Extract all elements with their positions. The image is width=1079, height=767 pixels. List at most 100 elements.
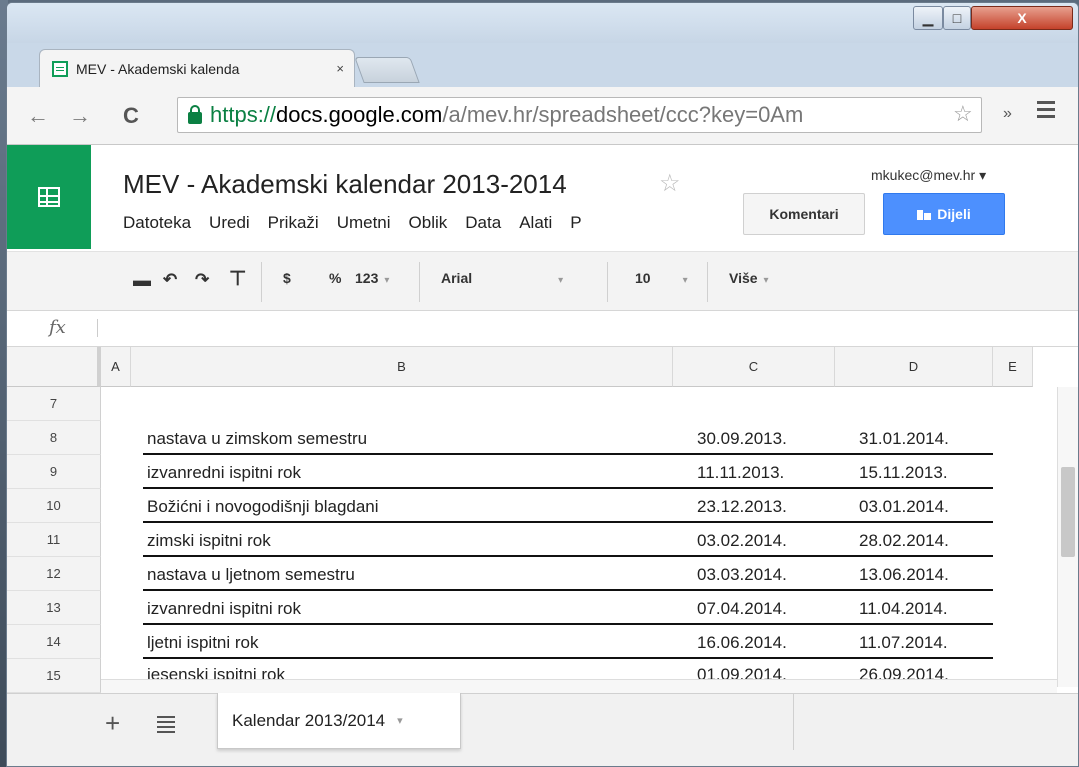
menu-alati[interactable]: Alati (519, 213, 552, 233)
sheets-logo-icon (38, 187, 60, 207)
menu-bar: Datoteka Uredi Prikaži Umetni Oblik Data… (123, 213, 743, 233)
sheets-favicon-icon (52, 60, 68, 77)
cell-start-date[interactable]: 07.04.2014. (697, 599, 787, 619)
row-header[interactable]: 8 (7, 421, 101, 455)
sheet-list-icon[interactable] (157, 716, 175, 736)
sheet-tab-kalendar[interactable]: Kalendar 2013/2014 ▾ (217, 693, 461, 749)
star-document-icon[interactable]: ☆ (659, 169, 681, 198)
row-header[interactable]: 10 (7, 489, 101, 523)
cell-activity[interactable]: nastava u zimskom semestru (147, 429, 367, 449)
formula-bar[interactable]: fx (7, 311, 1078, 347)
sheets-home-button[interactable] (7, 145, 91, 249)
currency-format-button[interactable]: $ (283, 270, 291, 286)
cell-end-date[interactable]: 31.01.2014. (859, 429, 949, 449)
minimize-button[interactable]: ▁ (913, 6, 943, 30)
browser-tab-active[interactable]: MEV - Akademski kalenda × (39, 49, 355, 87)
undo-icon[interactable]: ↶ (163, 270, 177, 290)
menu-prikazi[interactable]: Prikaži (268, 213, 319, 233)
navigation-bar: ← → C https://docs.google.com/a/mev.hr/s… (7, 87, 1078, 145)
row-header[interactable]: 9 (7, 455, 101, 489)
row-header[interactable]: 7 (7, 387, 101, 421)
sheet-tabs-bar: + Kalendar 2013/2014 ▾ (7, 693, 1078, 766)
maximize-button[interactable]: □ (943, 6, 971, 30)
url-scheme: https:// (210, 102, 277, 127)
user-account-menu[interactable]: mkukec@mev.hr ▾ (871, 167, 986, 184)
cell-activity[interactable]: zimski ispitni rok (147, 531, 271, 551)
menu-oblik[interactable]: Oblik (409, 213, 448, 233)
menu-data[interactable]: Data (465, 213, 501, 233)
sheet-tab-dropdown-icon[interactable]: ▾ (397, 714, 403, 727)
cell-start-date[interactable]: 30.09.2013. (697, 429, 787, 449)
extensions-overflow-icon[interactable]: » (1003, 105, 1012, 123)
cell-end-date[interactable]: 11.07.2014. (859, 633, 948, 653)
row-header[interactable]: 11 (7, 523, 101, 557)
spreadsheet-grid[interactable]: A B C D E 7 8 nastava u zimskom semestru… (7, 347, 1078, 693)
cell-start-date[interactable]: 23.12.2013. (697, 497, 787, 517)
document-title[interactable]: MEV - Akademski kalendar 2013-2014 (123, 169, 567, 200)
select-all-corner[interactable] (7, 347, 101, 387)
menu-datoteka[interactable]: Datoteka (123, 213, 191, 233)
add-sheet-icon[interactable]: + (105, 708, 120, 739)
more-toolbar-dropdown[interactable]: Više ▾ (729, 270, 769, 286)
paint-format-icon[interactable]: ⊤ (229, 266, 246, 291)
url-host: docs.google.com (276, 102, 443, 127)
tab-close-icon[interactable]: × (336, 61, 344, 76)
redo-icon[interactable]: ↷ (195, 270, 209, 290)
tab-title: MEV - Akademski kalenda (76, 60, 240, 77)
forward-arrow-icon[interactable]: → (69, 103, 91, 129)
chrome-menu-icon[interactable] (1037, 101, 1055, 119)
menu-uredi[interactable]: Uredi (209, 213, 250, 233)
row-header[interactable]: 12 (7, 557, 101, 591)
column-header-d[interactable]: D (835, 347, 993, 387)
address-bar[interactable]: https://docs.google.com/a/mev.hr/spreads… (177, 97, 982, 133)
cell-activity[interactable]: ljetni ispitni rok (147, 633, 259, 653)
font-size-dropdown[interactable]: 10 ▾ (635, 270, 688, 286)
share-button[interactable]: Dijeli (883, 193, 1005, 235)
cell-start-date[interactable]: 03.03.2014. (697, 565, 787, 585)
cell-activity[interactable]: Božićni i novogodišnji blagdani (147, 497, 379, 517)
cell-start-date[interactable]: 16.06.2014. (697, 633, 787, 653)
new-tab-button[interactable] (354, 57, 420, 83)
reload-icon[interactable]: C (123, 103, 139, 129)
column-header-a[interactable]: A (101, 347, 131, 387)
comments-button[interactable]: Komentari (743, 193, 865, 235)
column-header-e[interactable]: E (993, 347, 1033, 387)
cell-end-date[interactable]: 15.11.2013. (859, 463, 948, 483)
cell-end-date[interactable]: 28.02.2014. (859, 531, 949, 551)
print-icon[interactable]: ▬ (133, 270, 151, 291)
number-format-dropdown[interactable]: 123 ▾ (355, 270, 389, 286)
vertical-scrollbar[interactable] (1057, 387, 1078, 687)
close-window-button[interactable]: X (971, 6, 1073, 30)
row-header[interactable]: 14 (7, 625, 101, 659)
cell-activity[interactable]: nastava u ljetnom semestru (147, 565, 355, 585)
share-button-label: Dijeli (937, 206, 971, 222)
bookmark-star-icon[interactable]: ☆ (953, 101, 973, 127)
window-titlebar[interactable]: ▁ □ X (7, 3, 1078, 43)
format-toolbar: ▬ ↶ ↷ ⊤ $ % 123 ▾ Arial ▾ 10 ▾ Više ▾ (7, 251, 1078, 311)
cell-end-date[interactable]: 13.06.2014. (859, 565, 949, 585)
column-header-c[interactable]: C (673, 347, 835, 387)
column-header-b[interactable]: B (131, 347, 673, 387)
docs-header: MEV - Akademski kalendar 2013-2014 ☆ Dat… (7, 145, 1078, 251)
horizontal-scrollbar[interactable] (101, 679, 1057, 693)
percent-format-button[interactable]: % (329, 270, 341, 286)
menu-umetni[interactable]: Umetni (337, 213, 391, 233)
share-people-icon (917, 208, 932, 220)
menu-pomoc[interactable]: P (570, 213, 581, 233)
cell-end-date[interactable]: 03.01.2014. (859, 497, 949, 517)
cell-start-date[interactable]: 03.02.2014. (697, 531, 787, 551)
browser-window: ▁ □ X MEV - Akademski kalenda × ← → C ht… (6, 2, 1079, 767)
fx-icon: fx (49, 317, 66, 338)
cell-end-date[interactable]: 11.04.2014. (859, 599, 948, 619)
font-family-dropdown[interactable]: Arial ▾ (441, 270, 563, 286)
cell-activity[interactable]: izvanredni ispitni rok (147, 463, 301, 483)
lock-icon (188, 105, 202, 124)
cell-activity[interactable]: izvanredni ispitni rok (147, 599, 301, 619)
row-header[interactable]: 13 (7, 591, 101, 625)
back-arrow-icon[interactable]: ← (27, 103, 49, 129)
vertical-scroll-thumb[interactable] (1061, 467, 1075, 557)
url-path: /a/mev.hr/spreadsheet/ccc?key=0Am (442, 102, 804, 127)
row-header[interactable]: 15 (7, 659, 101, 693)
sheet-tab-label: Kalendar 2013/2014 (232, 710, 386, 730)
cell-start-date[interactable]: 11.11.2013. (697, 463, 784, 483)
